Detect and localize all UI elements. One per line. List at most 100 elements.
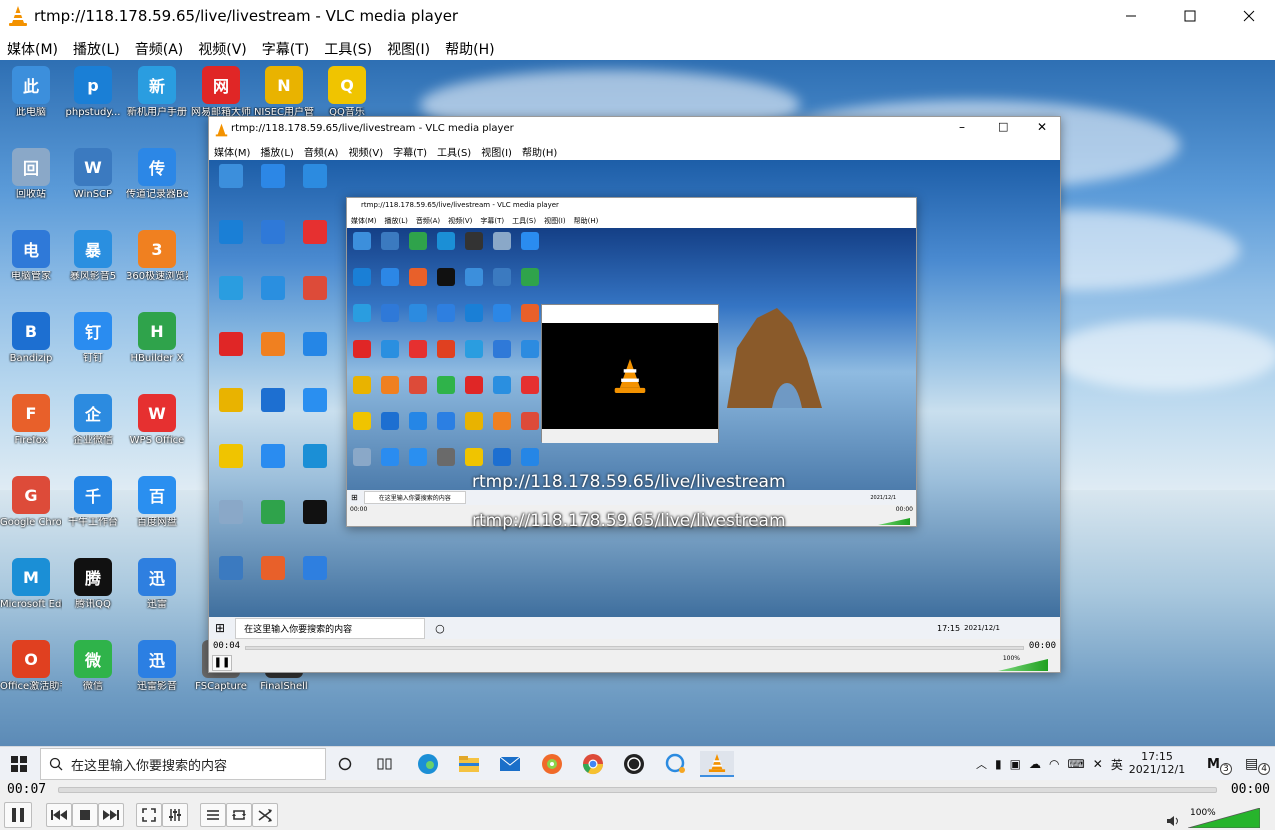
nested-minimize-icon[interactable]: – xyxy=(959,120,965,134)
taskbar-search-box[interactable]: 在这里输入你要搜索的内容 xyxy=(40,748,326,780)
nested-menu-playback[interactable]: 播放(L) xyxy=(255,144,298,160)
nested-menu-help[interactable]: 帮助(H) xyxy=(517,144,562,160)
next-button[interactable] xyxy=(98,803,124,827)
nested-seekbar[interactable] xyxy=(245,646,1024,650)
nested-menu-view[interactable]: 视图(I) xyxy=(476,144,517,160)
extended-settings-button[interactable] xyxy=(162,803,188,827)
playlist-button[interactable] xyxy=(200,803,226,827)
taskbar-edge[interactable] xyxy=(411,751,445,777)
menu-subtitle[interactable]: 字幕(T) xyxy=(255,36,317,60)
desktop-icon[interactable]: 传传道记录器Beta版 xyxy=(126,148,188,201)
video-area[interactable]: 此此电脑回回收站电电脑管家 B Bandizip F Firefox G Google Ch… xyxy=(0,60,1275,780)
nested-windows-icon[interactable]: ⊞ xyxy=(215,621,225,635)
shuffle-button[interactable] xyxy=(252,803,278,827)
taskbar-wecom[interactable] xyxy=(659,751,693,777)
taskbar-clock[interactable]: 17:15 2021/12/1 xyxy=(1127,750,1187,776)
nested-2-volume-bar[interactable] xyxy=(878,518,910,525)
previous-button[interactable] xyxy=(46,803,72,827)
menu-media[interactable]: 媒体(M) xyxy=(0,36,66,60)
network-icon[interactable]: ◠ xyxy=(1049,757,1059,771)
desktop-icon[interactable]: 企企业微信 xyxy=(62,394,124,447)
desktop-icon[interactable]: p phpstudy... xyxy=(62,66,124,119)
menu-video[interactable]: 视频(V) xyxy=(191,36,255,60)
start-button[interactable] xyxy=(2,751,36,777)
desktop-icon[interactable]: 回回收站 xyxy=(0,148,62,201)
maximize-button[interactable] xyxy=(1160,0,1220,32)
desktop-icon[interactable]: M Microsoft Edge xyxy=(0,558,62,611)
keyboard-icon[interactable]: ⌨ xyxy=(1067,757,1084,771)
loop-button[interactable] xyxy=(226,803,252,827)
nested-cortana-icon[interactable]: ○ xyxy=(435,622,445,635)
desktop-icon[interactable]: 电电脑管家 xyxy=(0,230,62,283)
menu-tools[interactable]: 工具(S) xyxy=(317,36,380,60)
desktop-icon[interactable]: 迅迅雷影音 xyxy=(126,640,188,693)
desktop-icon[interactable]: F Firefox xyxy=(0,394,62,447)
nested-2-menu-item[interactable]: 媒体(M) xyxy=(347,216,381,228)
desktop-icon[interactable]: 百百度网盘 xyxy=(126,476,188,529)
seek-bar[interactable] xyxy=(58,787,1217,793)
desktop-icon[interactable]: W WinSCP xyxy=(62,148,124,201)
task-view-button[interactable] xyxy=(368,751,402,777)
desktop-icon[interactable]: 此此电脑 xyxy=(0,66,62,119)
nested-pause-button[interactable]: ❚❚ xyxy=(212,655,232,671)
taskbar-mail[interactable] xyxy=(493,751,527,777)
desktop-icon[interactable]: G Google Chrome xyxy=(0,476,62,529)
nested-2-menu-item[interactable]: 视频(V) xyxy=(444,216,476,228)
nested-2-menu-item[interactable]: 字幕(T) xyxy=(476,216,508,228)
desktop-icon[interactable]: 微微信 xyxy=(62,640,124,693)
nested-2-search-box[interactable]: 在这里输入你要搜索的内容 xyxy=(363,491,466,504)
desktop-icon[interactable]: B Bandizip xyxy=(0,312,62,365)
pc-manager-tray[interactable]: M 3 xyxy=(1207,747,1232,781)
action-center[interactable]: ▤ 4 xyxy=(1245,747,1270,781)
fullscreen-button[interactable] xyxy=(136,803,162,827)
desktop-icon[interactable]: O Office激活助手 xyxy=(0,640,62,693)
minimize-button[interactable] xyxy=(1101,0,1161,32)
nested-2-menu-item[interactable]: 工具(S) xyxy=(508,216,540,228)
desktop-icon[interactable]: 新新机用户手册 xyxy=(126,66,188,119)
nested-2-menu-item[interactable]: 帮助(H) xyxy=(570,216,603,228)
taskbar-360-browser[interactable] xyxy=(535,751,569,777)
nested-menu-subtitle[interactable]: 字幕(T) xyxy=(388,144,432,160)
nested-menu-audio[interactable]: 音频(A) xyxy=(299,144,344,160)
taskbar-chrome[interactable] xyxy=(576,751,610,777)
menu-help[interactable]: 帮助(H) xyxy=(438,36,502,60)
desktop-icon[interactable]: W WPS Office xyxy=(126,394,188,447)
desktop-icon[interactable]: 迅迅雷 xyxy=(126,558,188,611)
nested-menu-video[interactable]: 视频(V) xyxy=(343,144,388,160)
taskbar-vlc[interactable] xyxy=(700,751,734,777)
taskbar-explorer[interactable] xyxy=(452,751,486,777)
chevron-up-icon[interactable]: ︿ xyxy=(976,756,987,772)
desktop-icon[interactable]: 暴暴风影音5 xyxy=(62,230,124,283)
close-button[interactable] xyxy=(1219,0,1275,32)
nested-2-menu-item[interactable]: 音频(A) xyxy=(412,216,444,228)
desktop-icon[interactable]: 腾腾讯QQ xyxy=(62,558,124,611)
desktop-icon[interactable]: 千千牛工作台 xyxy=(62,476,124,529)
desktop-icon[interactable]: H HBuilder X xyxy=(126,312,188,365)
taskbar-obs[interactable] xyxy=(617,751,651,777)
pause-button[interactable] xyxy=(4,802,32,828)
nested-close-icon[interactable]: ✕ xyxy=(1037,120,1047,134)
menu-view[interactable]: 视图(I) xyxy=(380,36,438,60)
desktop-icon[interactable]: 网网易邮箱大师 xyxy=(190,66,252,119)
cloud-icon[interactable]: ☁ xyxy=(1029,757,1041,771)
desktop-icon[interactable]: N NISEC用户管 xyxy=(253,66,315,119)
display-icon[interactable]: ▣ xyxy=(1010,757,1021,771)
nested-maximize-icon[interactable]: □ xyxy=(998,120,1008,133)
ime-indicator[interactable]: 英 xyxy=(1111,756,1123,773)
nested-search-box[interactable]: 在这里输入你要搜索的内容 xyxy=(235,617,426,639)
nested-2-menu-item[interactable]: 视图(I) xyxy=(540,216,570,228)
desktop-icon[interactable]: 钉钉钉 xyxy=(62,312,124,365)
nested-menu-media[interactable]: 媒体(M) xyxy=(209,144,255,160)
nested-2-windows-icon[interactable]: ⊞ xyxy=(351,493,358,502)
volume-slider[interactable] xyxy=(1187,807,1261,829)
nested-2-menu-item[interactable]: 播放(L) xyxy=(381,216,412,228)
desktop-icon[interactable]: 3 360极速浏览器 xyxy=(126,230,188,283)
stop-button[interactable] xyxy=(72,803,98,827)
cortana-button[interactable] xyxy=(328,751,362,777)
menu-audio[interactable]: 音频(A) xyxy=(128,36,192,60)
desktop-icon[interactable]: Q QQ音乐 xyxy=(316,66,378,119)
speaker-muted-icon[interactable]: ✕ xyxy=(1093,757,1103,771)
menu-playback[interactable]: 播放(L) xyxy=(66,36,128,60)
usb-icon[interactable]: ▮ xyxy=(995,757,1002,771)
nested-menu-tools[interactable]: 工具(S) xyxy=(432,144,476,160)
